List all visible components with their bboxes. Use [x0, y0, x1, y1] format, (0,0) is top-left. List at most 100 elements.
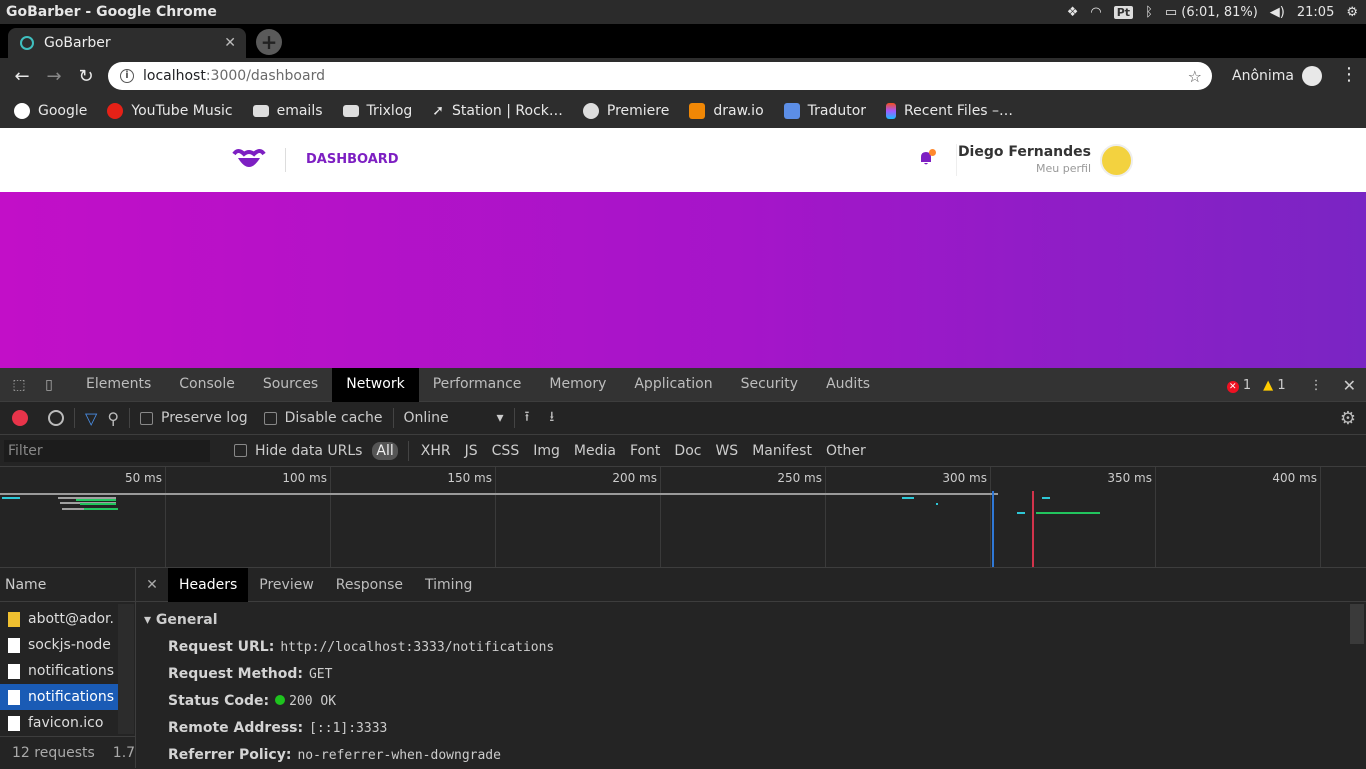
tab-audits[interactable]: Audits: [812, 368, 884, 402]
requests-summary: 12 requests 1.7: [0, 736, 136, 768]
filter-type-xhr[interactable]: XHR: [419, 443, 453, 459]
tab-response[interactable]: Response: [325, 568, 414, 602]
name-column-header[interactable]: Name: [0, 568, 135, 602]
tab-memory[interactable]: Memory: [535, 368, 620, 402]
bookmarks-bar: Google YouTube Music emails Trixlog ➚ Sta…: [0, 94, 1366, 128]
request-row-selected[interactable]: notifications: [0, 684, 118, 710]
reload-icon[interactable]: ↻: [70, 66, 102, 87]
filter-input[interactable]: Filter: [4, 439, 210, 462]
tab-performance[interactable]: Performance: [419, 368, 536, 402]
tick-label: 350 ms: [1107, 471, 1152, 485]
bookmark-drawio[interactable]: draw.io: [689, 103, 764, 119]
address-bar[interactable]: i localhost:3000/dashboard ☆: [108, 62, 1212, 90]
filter-type-img[interactable]: Img: [531, 443, 562, 459]
os-top-bar: GoBarber - Google Chrome ❖ ◠ Pt ᛒ ▭ (6:0…: [0, 0, 1366, 24]
clear-icon[interactable]: [48, 410, 64, 426]
bookmark-google[interactable]: Google: [14, 103, 87, 119]
tab-network[interactable]: Network: [332, 367, 419, 402]
hide-data-urls-checkbox[interactable]: Hide data URLs: [234, 443, 362, 459]
tab-console[interactable]: Console: [165, 368, 249, 402]
checkbox-box: [140, 411, 154, 425]
bookmark-emails[interactable]: emails: [252, 103, 323, 119]
notifications-bell-icon[interactable]: [918, 149, 936, 166]
throttling-select[interactable]: Online ▾: [404, 410, 504, 426]
bookmark-trixlog[interactable]: Trixlog: [342, 103, 412, 119]
bookmark-tradutor[interactable]: Tradutor: [783, 103, 866, 119]
filter-type-js[interactable]: JS: [463, 443, 480, 459]
device-toolbar-icon[interactable]: ▯: [34, 377, 64, 393]
export-har-icon[interactable]: ⭳: [549, 406, 554, 430]
checkbox-box: [263, 411, 277, 425]
incognito-profile[interactable]: Anônima: [1232, 66, 1322, 86]
request-row[interactable]: notifications: [0, 658, 118, 684]
general-section-toggle[interactable]: ▾ General: [136, 602, 1366, 628]
clock[interactable]: 21:05: [1297, 5, 1334, 20]
filter-type-other[interactable]: Other: [824, 443, 868, 459]
bookmark-premiere[interactable]: Premiere: [582, 103, 669, 119]
tab-close-icon[interactable]: ✕: [224, 35, 236, 51]
bookmark-youtube-music[interactable]: YouTube Music: [107, 103, 233, 119]
site-info-icon[interactable]: i: [120, 69, 134, 83]
devtools-close-icon[interactable]: ✕: [1343, 376, 1356, 395]
detail-scrollbar[interactable]: [1350, 604, 1364, 644]
request-row[interactable]: favicon.ico: [0, 710, 118, 736]
app-header: DASHBOARD Diego Fernandes Meu perfil: [0, 128, 1366, 192]
tab-headers[interactable]: Headers: [168, 567, 249, 602]
tab-timing[interactable]: Timing: [414, 568, 483, 602]
keyboard-layout[interactable]: Pt: [1113, 5, 1134, 19]
volume-icon[interactable]: ◀): [1270, 5, 1285, 20]
disable-cache-checkbox[interactable]: Disable cache: [263, 410, 383, 426]
user-avatar[interactable]: [1100, 144, 1133, 177]
back-arrow-icon[interactable]: ←: [6, 66, 38, 87]
request-row[interactable]: abott@ador.: [0, 606, 118, 632]
grid-line: [990, 467, 991, 567]
filter-type-media[interactable]: Media: [572, 443, 618, 459]
warning-counter[interactable]: ▲ 1: [1263, 378, 1285, 393]
checkbox-box: [234, 444, 247, 457]
filter-type-manifest[interactable]: Manifest: [750, 443, 814, 459]
tab-security[interactable]: Security: [727, 368, 813, 402]
preserve-log-checkbox[interactable]: Preserve log: [140, 410, 248, 426]
request-row[interactable]: sockjs-node: [0, 632, 118, 658]
close-detail-icon[interactable]: ✕: [136, 577, 168, 593]
dashboard-link[interactable]: DASHBOARD: [306, 152, 399, 167]
inspect-element-icon[interactable]: ⬚: [4, 377, 34, 393]
error-counter[interactable]: ✕ 1: [1226, 378, 1251, 393]
menu-kebab-icon[interactable]: ⋮: [1340, 64, 1358, 85]
search-icon[interactable]: ⚲: [107, 409, 119, 428]
bookmark-star-icon[interactable]: ☆: [1188, 67, 1202, 86]
tab-preview[interactable]: Preview: [248, 568, 325, 602]
new-tab-button[interactable]: +: [256, 29, 282, 55]
network-settings-gear-icon[interactable]: ⚙: [1340, 408, 1356, 429]
filter-type-doc[interactable]: Doc: [672, 443, 703, 459]
bluetooth-icon[interactable]: ᛒ: [1145, 5, 1153, 20]
tick-label: 150 ms: [447, 471, 492, 485]
devtools-menu-icon[interactable]: ⋮: [1310, 378, 1323, 393]
requests-scrollbar[interactable]: [118, 604, 134, 734]
battery-indicator[interactable]: ▭ (6:01, 81%): [1165, 5, 1258, 20]
filter-funnel-icon[interactable]: ▽: [85, 409, 97, 428]
profile-label: Anônima: [1232, 68, 1294, 84]
image-file-icon: [8, 611, 20, 627]
settings-gear-icon[interactable]: ⚙: [1346, 5, 1358, 20]
record-icon[interactable]: [12, 410, 28, 426]
tab-sources[interactable]: Sources: [249, 368, 332, 402]
dropbox-icon[interactable]: ❖: [1067, 5, 1079, 20]
forward-arrow-icon[interactable]: →: [38, 66, 70, 87]
tab-elements[interactable]: Elements: [72, 368, 165, 402]
bookmark-figma[interactable]: Recent Files –…: [886, 103, 1013, 119]
tick-label: 400 ms: [1272, 471, 1317, 485]
filter-type-font[interactable]: Font: [628, 443, 662, 459]
filter-type-ws[interactable]: WS: [713, 443, 740, 459]
wifi-icon[interactable]: ◠: [1090, 5, 1101, 20]
bookmark-station[interactable]: ➚ Station | Rock…: [432, 103, 563, 119]
gobarber-logo[interactable]: [232, 146, 266, 172]
import-har-icon[interactable]: ⭱: [525, 406, 530, 430]
devtools-panel: ⬚ ▯ Elements Console Sources Network Per…: [0, 367, 1366, 768]
profile-link[interactable]: Meu perfil: [1036, 162, 1091, 175]
filter-type-all[interactable]: All: [372, 441, 398, 460]
tab-application[interactable]: Application: [620, 368, 726, 402]
filter-type-css[interactable]: CSS: [490, 443, 522, 459]
browser-tab[interactable]: GoBarber ✕: [8, 28, 246, 58]
network-overview-timeline[interactable]: 50 ms 100 ms 150 ms 200 ms 250 ms 300 ms…: [0, 467, 1366, 568]
